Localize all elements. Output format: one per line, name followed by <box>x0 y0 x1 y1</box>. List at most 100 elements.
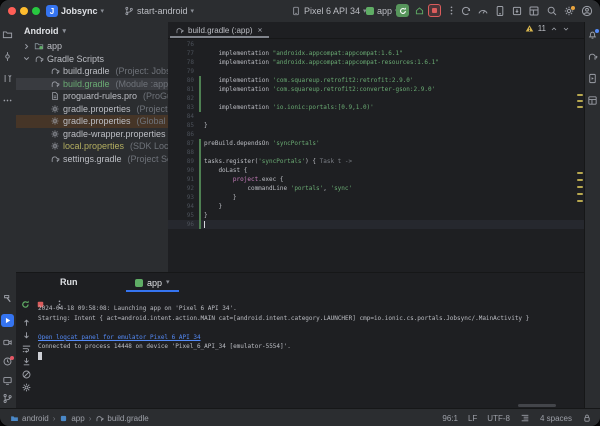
terminal-icon[interactable] <box>1 374 14 387</box>
vcs-change-marker <box>197 49 204 58</box>
code-line-86[interactable]: 86 <box>168 130 584 139</box>
logcat-link[interactable]: Open logcat panel for emulator Pixel 6 A… <box>38 334 201 341</box>
sync-project-icon[interactable] <box>460 5 472 17</box>
soft-wrap-icon[interactable] <box>21 343 32 354</box>
running-devices-icon[interactable] <box>586 72 599 85</box>
build-icon[interactable] <box>1 292 14 305</box>
code-line-88[interactable]: 88 <box>168 148 584 157</box>
tree-item-gradle-wrapper-properties[interactable]: gradle-wrapper.properties(Gradle Version… <box>16 128 168 141</box>
rerun-app-button[interactable] <box>396 4 409 17</box>
commit-icon[interactable] <box>1 50 14 63</box>
code-line-83[interactable]: 83 implementation 'io.ionic:portals:[0.9… <box>168 103 584 112</box>
breadcrumb-item-android[interactable]: android <box>10 414 49 423</box>
code-token: tasks.register( <box>204 158 258 165</box>
account-icon[interactable] <box>581 5 593 17</box>
line-number: 81 <box>168 85 197 94</box>
device-manager-icon[interactable] <box>494 5 506 17</box>
search-everywhere-icon[interactable] <box>546 5 558 17</box>
console-line-link[interactable]: Open logcat panel for emulator Pixel 6 A… <box>38 333 580 343</box>
settings-icon[interactable] <box>563 5 575 17</box>
code-line-79[interactable]: 79 <box>168 67 584 76</box>
stop-app-button[interactable] <box>428 4 441 17</box>
indent-size[interactable]: 4 spaces <box>540 414 572 423</box>
editor-error-stripe[interactable] <box>575 54 584 272</box>
next-occurrence-icon[interactable] <box>21 330 32 341</box>
editor-tab-build-gradle[interactable]: build.gradle (:app) <box>168 22 271 38</box>
code-line-77[interactable]: 77 implementation "androidx.appcompat:ap… <box>168 49 584 58</box>
prev-occurrence-icon[interactable] <box>21 317 32 328</box>
run-more-options-button[interactable] <box>445 4 458 17</box>
console-settings-icon[interactable] <box>21 382 32 393</box>
pull-requests-icon[interactable] <box>1 72 14 85</box>
rerun-button[interactable] <box>20 299 31 310</box>
notifications-icon[interactable] <box>586 28 599 41</box>
code-editor[interactable]: 7677 implementation "androidx.appcompat:… <box>168 38 584 272</box>
tree-item-build-gradle[interactable]: build.gradle(Module :app) <box>16 78 168 91</box>
code-line-95[interactable]: 95} <box>168 211 584 220</box>
code-line-78[interactable]: 78 implementation "androidx.appcompat:ap… <box>168 58 584 67</box>
close-icon[interactable] <box>256 26 264 34</box>
code-token: project <box>233 176 258 183</box>
run-icon[interactable] <box>1 314 14 327</box>
console-hscrollbar[interactable] <box>518 404 556 407</box>
line-ending[interactable]: LF <box>468 414 477 423</box>
run-tab-app[interactable]: app ▾ <box>126 273 179 292</box>
changed-bar <box>199 139 201 148</box>
breadcrumb-item-build.gradle[interactable]: build.gradle <box>95 414 148 423</box>
lock-icon[interactable] <box>582 413 592 423</box>
tree-chevron-icon[interactable] <box>22 54 31 63</box>
project-widget[interactable]: J Jobsync ▾ <box>46 0 104 22</box>
code-line-90[interactable]: 90 doLast { <box>168 166 584 175</box>
clear-all-icon[interactable] <box>21 369 32 380</box>
code-line-94[interactable]: 94 } <box>168 202 584 211</box>
prev-warning-icon[interactable] <box>550 25 558 33</box>
tree-item-settings-gradle[interactable]: settings.gradle(Project Settings) <box>16 153 168 166</box>
code-line-76[interactable]: 76 <box>168 40 584 49</box>
code-line-87[interactable]: 87preBuild.dependsOn 'syncPortals' <box>168 139 584 148</box>
gradle-icon[interactable] <box>586 50 599 63</box>
encoding[interactable]: UTF-8 <box>487 414 510 423</box>
minimize-window-button[interactable] <box>20 7 28 15</box>
profiler-icon[interactable] <box>477 5 489 17</box>
zoom-window-button[interactable] <box>32 7 40 15</box>
project-view-selector[interactable]: Android ▾ <box>16 22 168 40</box>
sdk-manager-icon[interactable] <box>511 5 523 17</box>
caret-position[interactable]: 96:1 <box>442 414 458 423</box>
indent-icon[interactable] <box>520 413 530 423</box>
version-control-icon[interactable] <box>1 392 14 405</box>
code-line-85[interactable]: 85} <box>168 121 584 130</box>
tree-chevron-icon[interactable] <box>22 42 31 51</box>
layout-inspector-icon[interactable] <box>528 5 540 17</box>
apply-changes-button[interactable] <box>413 4 426 17</box>
vcs-branch-widget[interactable]: start-android ▾ <box>124 0 194 22</box>
tree-item-gradle-properties[interactable]: gradle.properties(Project Properties) <box>16 103 168 116</box>
code-line-93[interactable]: 93 } <box>168 193 584 202</box>
breadcrumb-item-app[interactable]: app <box>59 414 84 423</box>
code-line-91[interactable]: 91 project.exec { <box>168 175 584 184</box>
tree-item-gradle-scripts[interactable]: Gradle Scripts <box>16 53 168 66</box>
device-manager-icon[interactable] <box>586 94 599 107</box>
problems-icon[interactable] <box>1 355 14 368</box>
code-line-84[interactable]: 84 <box>168 112 584 121</box>
code-line-89[interactable]: 89tasks.register('syncPortals') { Task t… <box>168 157 584 166</box>
close-window-button[interactable] <box>8 7 16 15</box>
code-line-82[interactable]: 82 <box>168 94 584 103</box>
run-configuration-selector[interactable]: app ▾ <box>366 0 399 22</box>
tree-item-proguard-rules-pro[interactable]: proguard-rules.pro(ProGuard Rules for ":… <box>16 90 168 103</box>
code-line-92[interactable]: 92 commandLine 'portals', 'sync' <box>168 184 584 193</box>
run-console[interactable]: 2024-04-18 09:58:08: Launching app on 'P… <box>38 304 580 405</box>
scroll-to-end-icon[interactable] <box>21 356 32 367</box>
code-line-81[interactable]: 81 implementation 'com.squareup.retrofit… <box>168 85 584 94</box>
inspections-widget[interactable]: 11 <box>525 24 570 33</box>
code-line-96[interactable]: 96 <box>168 220 584 229</box>
tree-item-build-gradle[interactable]: build.gradle(Project: Jobsync) <box>16 65 168 78</box>
tree-item-app[interactable]: app <box>16 40 168 53</box>
tree-item-local-properties[interactable]: local.properties(SDK Location) <box>16 140 168 153</box>
more-tool-windows-icon[interactable] <box>1 94 14 107</box>
project-icon[interactable] <box>1 28 14 41</box>
code-line-80[interactable]: 80 implementation 'com.squareup.retrofit… <box>168 76 584 85</box>
next-warning-icon[interactable] <box>562 25 570 33</box>
device-selector[interactable]: Pixel 6 API 34 ▾ <box>291 0 367 22</box>
tree-item-gradle-properties[interactable]: gradle.properties(Global Properties) <box>16 115 168 128</box>
logcat-icon[interactable] <box>1 336 14 349</box>
